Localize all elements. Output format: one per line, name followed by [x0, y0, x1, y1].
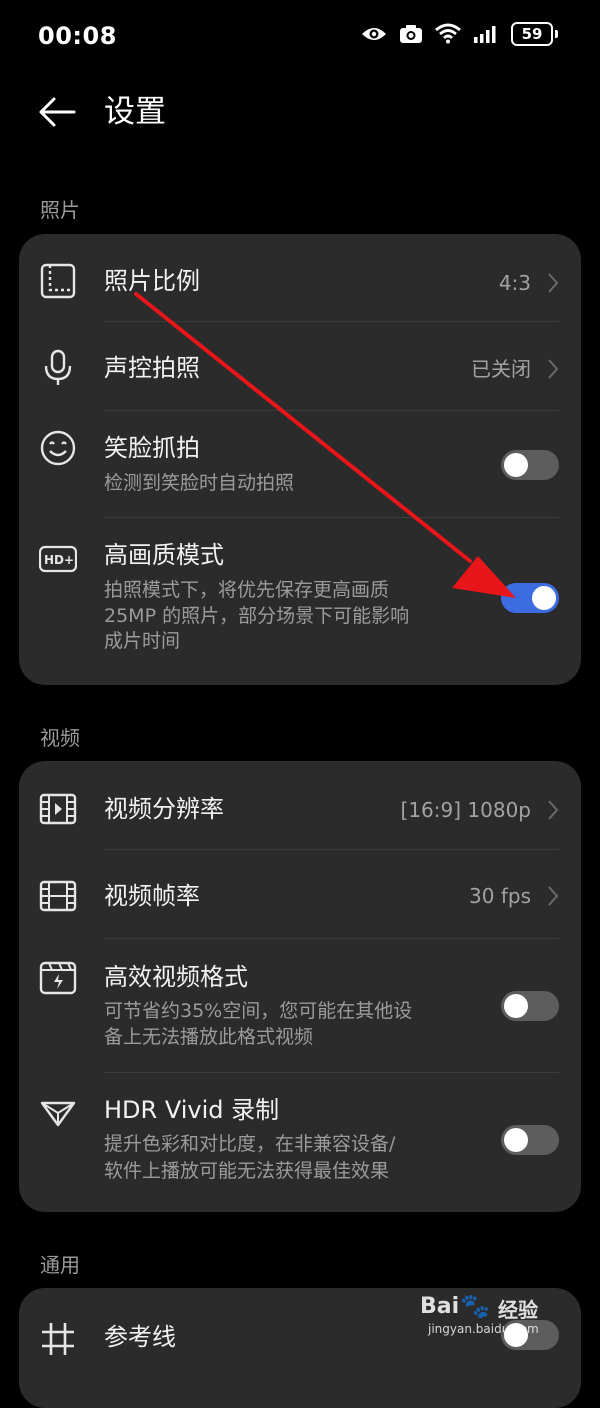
efficient-format-title: 高效视频格式: [104, 963, 248, 991]
paw-icon: 🐾: [460, 1292, 490, 1320]
battery-cap: [555, 30, 558, 38]
page-header: 设置: [0, 80, 600, 144]
baidu-watermark: Bai 🐾 经验 jingyan.baidu.com: [420, 1292, 570, 1342]
back-button[interactable]: [36, 92, 80, 132]
section-label-video: 视频: [40, 726, 80, 750]
section-label-general: 通用: [40, 1253, 80, 1277]
chevron-right-icon: [548, 273, 559, 293]
high-quality-desc-line3: 成片时间: [104, 630, 181, 652]
hd-plus-icon: HD+: [39, 545, 77, 573]
status-time: 00:08: [38, 22, 117, 50]
eye-icon: [362, 28, 386, 40]
status-bar: 00:08 59: [0, 0, 600, 76]
hdr-vivid-toggle[interactable]: [501, 1125, 559, 1155]
video-framerate-row[interactable]: 视频帧率 30 fps: [19, 850, 581, 939]
toggle-knob: [504, 994, 528, 1018]
toggle-knob: [504, 1128, 528, 1152]
efficient-format-desc-line1: 可节省约35%空间，您可能在其他设: [104, 1000, 413, 1022]
hdr-vivid-title: HDR Vivid 录制: [104, 1096, 280, 1124]
page-title: 设置: [104, 94, 166, 130]
photo-ratio-row[interactable]: 照片比例 4:3: [19, 234, 581, 322]
smile-capture-desc: 检测到笑脸时自动拍照: [104, 472, 295, 494]
chevron-right-icon: [548, 800, 559, 820]
high-quality-desc-line1: 拍照模式下，将优先保存更高画质: [104, 579, 390, 601]
high-quality-row: HD+ 高画质模式 拍照模式下，将优先保存更高画质 25MP 的照片，部分场景下…: [19, 518, 581, 685]
efficient-format-toggle[interactable]: [501, 991, 559, 1021]
smile-capture-title: 笑脸抓拍: [104, 434, 200, 462]
video-resolution-title: 视频分辨率: [104, 795, 224, 823]
svg-text:HD+: HD+: [44, 553, 74, 567]
chevron-right-icon: [548, 886, 559, 906]
hdr-vivid-desc-line2: 软件上播放可能无法获得最佳效果: [104, 1160, 390, 1182]
wifi-icon: [435, 23, 461, 44]
video-framerate-title: 视频帧率: [104, 882, 200, 910]
efficient-format-desc-line2: 备上无法播放此格式视频: [104, 1026, 314, 1048]
status-icons: 59: [361, 22, 558, 46]
voice-capture-row[interactable]: 声控拍照 已关闭: [19, 322, 581, 411]
hdr-prism-icon: [40, 1101, 76, 1127]
chevron-right-icon: [548, 359, 559, 379]
watermark-brand-suffix: 经验: [498, 1298, 538, 1322]
toggle-knob: [532, 586, 556, 610]
grid-lines-title: 参考线: [104, 1323, 176, 1351]
voice-capture-title: 声控拍照: [104, 354, 200, 382]
smile-face-icon: [40, 430, 76, 466]
smile-capture-row: 笑脸抓拍 检测到笑脸时自动拍照: [19, 411, 581, 518]
voice-capture-value: 已关闭: [471, 357, 531, 381]
video-settings-card: 视频分辨率 [16:9] 1080p 视频帧率 30 fps 高效视频格式 可节…: [19, 761, 581, 1212]
microphone-icon: [44, 349, 72, 385]
video-resolution-value: [16:9] 1080p: [400, 798, 531, 822]
high-quality-desc-line2: 25MP 的照片，部分场景下可能影响: [104, 605, 410, 627]
aspect-ratio-icon: [40, 263, 76, 299]
grid-lines-icon: [42, 1323, 74, 1355]
camera-icon: [400, 25, 422, 43]
battery-level: 59: [511, 22, 553, 46]
photo-ratio-value: 4:3: [498, 271, 531, 295]
video-format-icon: [39, 961, 77, 995]
photo-settings-card: 照片比例 4:3 声控拍照 已关闭 笑脸抓拍 检测到笑脸时自动拍照 HD+ 高画…: [19, 234, 581, 685]
toggle-knob: [504, 453, 528, 477]
efficient-format-row: 高效视频格式 可节省约35%空间，您可能在其他设 备上无法播放此格式视频: [19, 939, 581, 1073]
film-play-icon: [39, 793, 77, 825]
battery-indicator: 59: [511, 22, 558, 46]
video-framerate-value: 30 fps: [469, 884, 531, 908]
section-label-photo: 照片: [40, 198, 80, 222]
smile-capture-toggle[interactable]: [501, 450, 559, 480]
photo-ratio-title: 照片比例: [104, 267, 200, 295]
back-arrow-icon: [39, 97, 76, 127]
signal-icon: [474, 26, 496, 43]
watermark-brand: Bai: [420, 1294, 460, 1319]
hdr-vivid-row: HDR Vivid 录制 提升色彩和对比度，在非兼容设备/ 软件上播放可能无法获…: [19, 1073, 581, 1212]
hdr-vivid-desc-line1: 提升色彩和对比度，在非兼容设备/: [104, 1133, 396, 1155]
high-quality-toggle[interactable]: [501, 583, 559, 613]
watermark-site: jingyan.baidu.com: [428, 1322, 539, 1336]
high-quality-title: 高画质模式: [104, 541, 224, 569]
video-resolution-row[interactable]: 视频分辨率 [16:9] 1080p: [19, 761, 581, 850]
film-strip-icon: [39, 880, 77, 912]
